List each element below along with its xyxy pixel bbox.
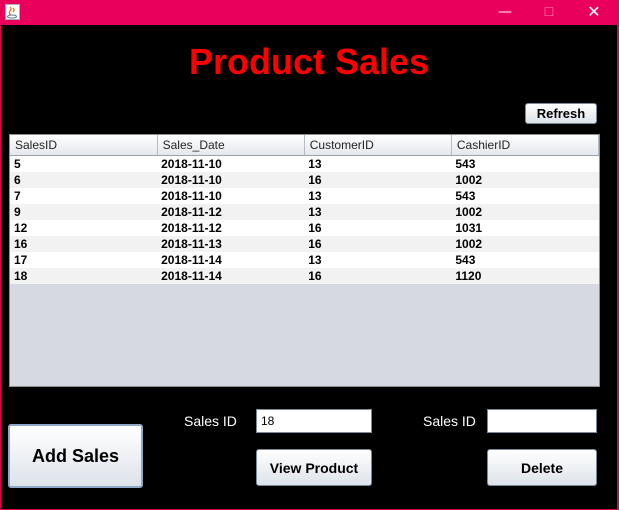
table-row[interactable]: 18 2018-11-14 16 1120 [10, 268, 599, 284]
main-panel: Product Sales Refresh SalesID Sales_Date… [1, 25, 617, 509]
close-icon[interactable]: ✕ [572, 0, 616, 25]
delete-sales-id-field[interactable] [487, 409, 597, 433]
table-row[interactable]: 9 2018-11-12 13 1002 [10, 204, 599, 220]
column-header-salesid[interactable]: SalesID [10, 135, 158, 156]
table-cell: 13 [304, 252, 452, 268]
table-cell: 16 [304, 268, 452, 284]
delete-sales-id-label: Sales ID [423, 413, 476, 429]
add-sales-button[interactable]: Add Sales [8, 424, 143, 488]
table-row[interactable]: 17 2018-11-14 13 543 [10, 252, 599, 268]
sales-table[interactable]: SalesID Sales_Date CustomerID CashierID … [9, 134, 600, 387]
column-header-cashierid[interactable]: CashierID [451, 135, 599, 156]
table-cell: 16 [10, 236, 158, 252]
table-cell: 13 [304, 204, 452, 220]
table-cell: 7 [10, 188, 158, 204]
table-cell: 17 [10, 252, 158, 268]
table-row[interactable]: 12 2018-11-12 16 1031 [10, 220, 599, 236]
table-cell: 5 [10, 155, 158, 172]
table-cell: 2018-11-10 [157, 155, 305, 172]
column-header-customerid[interactable]: CustomerID [304, 135, 452, 156]
table-cell: 2018-11-14 [157, 268, 305, 284]
table-cell: 18 [10, 268, 158, 284]
table-cell: 1120 [451, 268, 599, 284]
table-cell: 1002 [451, 236, 599, 252]
table-cell: 2018-11-10 [157, 172, 305, 188]
page-title: Product Sales [188, 41, 430, 82]
table-cell: 543 [451, 188, 599, 204]
table-cell: 543 [451, 155, 599, 172]
table-cell: 16 [304, 236, 452, 252]
table-row[interactable]: 6 2018-11-10 16 1002 [10, 172, 599, 188]
window-titlebar[interactable]: — ☐ ✕ [0, 0, 619, 25]
view-product-button[interactable]: View Product [256, 449, 372, 486]
table-row[interactable]: 5 2018-11-10 13 543 [10, 155, 599, 172]
table-cell: 2018-11-10 [157, 188, 305, 204]
delete-button[interactable]: Delete [487, 449, 597, 486]
table-cell: 12 [10, 220, 158, 236]
table-cell: 1002 [451, 172, 599, 188]
table-header-row: SalesID Sales_Date CustomerID CashierID [10, 135, 599, 156]
table-cell: 2018-11-12 [157, 220, 305, 236]
table-cell: 13 [304, 155, 452, 172]
sales-id-label: Sales ID [184, 413, 237, 429]
view-sales-id-field[interactable] [256, 409, 372, 433]
minimize-icon[interactable]: — [483, 0, 527, 25]
column-header-sales-date[interactable]: Sales_Date [157, 135, 305, 156]
table-cell: 13 [304, 188, 452, 204]
table-row[interactable]: 16 2018-11-13 16 1002 [10, 236, 599, 252]
table-cell: 2018-11-14 [157, 252, 305, 268]
table-cell: 2018-11-12 [157, 204, 305, 220]
java-app-icon [5, 4, 20, 20]
table-cell: 9 [10, 204, 158, 220]
table-cell: 16 [304, 172, 452, 188]
refresh-button[interactable]: Refresh [525, 103, 597, 124]
maximize-icon[interactable]: ☐ [527, 0, 571, 25]
table-cell: 543 [451, 252, 599, 268]
table-row[interactable]: 7 2018-11-10 13 543 [10, 188, 599, 204]
table-cell: 6 [10, 172, 158, 188]
table-cell: 2018-11-13 [157, 236, 305, 252]
table-cell: 16 [304, 220, 452, 236]
table-cell: 1031 [451, 220, 599, 236]
table-cell: 1002 [451, 204, 599, 220]
